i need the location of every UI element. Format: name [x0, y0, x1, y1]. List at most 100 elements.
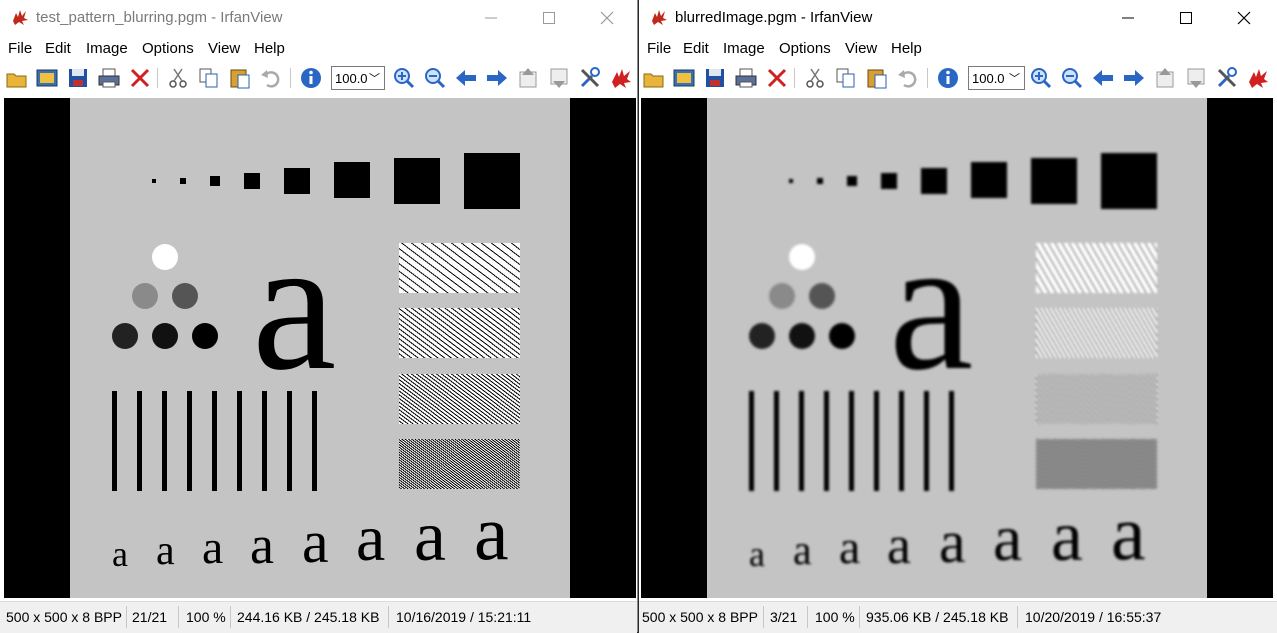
close-icon: [600, 11, 614, 25]
menu-options[interactable]: Options: [779, 40, 831, 57]
previous-icon[interactable]: [1091, 66, 1115, 90]
maximize-button[interactable]: [520, 0, 578, 35]
irfanview-window-left: test_pattern_blurring.pgm - IrfanView Fi…: [0, 0, 638, 633]
small-letter-a: a: [414, 496, 446, 576]
irfanview-window-right: blurredImage.pgm - IrfanView File Edit I…: [639, 0, 1277, 633]
settings-icon[interactable]: [578, 66, 602, 90]
small-letter-a: a: [887, 515, 911, 575]
zoom-value: 100.0: [335, 71, 368, 86]
chevron-down-icon: ﹀: [369, 73, 380, 85]
menu-file[interactable]: File: [647, 40, 671, 57]
minimize-button[interactable]: [1099, 0, 1157, 35]
irfanview-icon: [13, 10, 28, 25]
page-down-icon[interactable]: [547, 66, 571, 90]
page-up-icon[interactable]: [516, 66, 540, 90]
open-icon[interactable]: [642, 66, 666, 90]
page-up-icon[interactable]: [1153, 66, 1177, 90]
menu-edit[interactable]: Edit: [45, 40, 71, 57]
small-letter-a: a: [112, 534, 128, 574]
small-letter-a: a: [474, 489, 509, 576]
status-filesize: 244.16 KB / 245.18 KB: [237, 609, 380, 625]
menu-options[interactable]: Options: [142, 40, 194, 57]
small-letter-a: a: [839, 521, 861, 574]
delete-icon[interactable]: [128, 66, 152, 90]
zoom-select[interactable]: 100.0 ﹀: [331, 66, 385, 90]
cut-icon[interactable]: [166, 66, 190, 90]
small-letter-a: a: [302, 509, 329, 575]
page-down-icon[interactable]: [1184, 66, 1208, 90]
copy-icon[interactable]: [197, 66, 221, 90]
undo-icon[interactable]: [896, 66, 920, 90]
zoom-select[interactable]: 100.0 ﹀: [968, 66, 1025, 90]
save-icon[interactable]: [66, 66, 90, 90]
maximize-icon: [543, 12, 555, 24]
toolbar: 100.0 ﹀: [0, 62, 637, 94]
big-letter-a: a: [889, 200, 974, 410]
small-letter-a: a: [356, 502, 386, 575]
next-icon[interactable]: [1122, 66, 1146, 90]
status-dimensions: 500 x 500 x 8 BPP: [6, 609, 122, 625]
cut-icon[interactable]: [803, 66, 827, 90]
small-letter-a: a: [156, 528, 175, 574]
menu-view[interactable]: View: [845, 40, 877, 57]
menu-edit[interactable]: Edit: [683, 40, 709, 57]
menu-view[interactable]: View: [208, 40, 240, 57]
title-bar[interactable]: blurredImage.pgm - IrfanView: [639, 0, 1277, 35]
minimize-icon: [485, 17, 497, 19]
menu-help[interactable]: Help: [254, 40, 285, 57]
previous-icon[interactable]: [454, 66, 478, 90]
toolbar: 100.0 ﹀: [639, 62, 1277, 94]
save-icon[interactable]: [703, 66, 727, 90]
exit-icon[interactable]: [1246, 66, 1270, 90]
print-icon[interactable]: [734, 66, 758, 90]
blurred-image: a a a a a a a a a: [707, 98, 1207, 598]
menu-image[interactable]: Image: [723, 40, 765, 57]
small-letter-a: a: [250, 515, 274, 575]
maximize-button[interactable]: [1157, 0, 1215, 35]
zoom-in-icon[interactable]: [392, 66, 416, 90]
status-index: 3/21: [770, 609, 798, 625]
status-zoom: 100 %: [815, 609, 855, 625]
menu-help[interactable]: Help: [891, 40, 922, 57]
image-viewport[interactable]: a a a a a a a a a: [641, 98, 1273, 598]
small-letter-a: a: [793, 528, 812, 574]
close-icon: [1237, 11, 1251, 25]
close-button[interactable]: [578, 0, 636, 35]
thumbnails-icon[interactable]: [672, 66, 696, 90]
paste-icon[interactable]: [865, 66, 889, 90]
print-icon[interactable]: [97, 66, 121, 90]
status-index: 21/21: [132, 609, 168, 625]
menu-file[interactable]: File: [8, 40, 32, 57]
maximize-icon: [1180, 12, 1192, 24]
undo-icon[interactable]: [259, 66, 283, 90]
irfanview-icon: [652, 10, 667, 25]
zoom-out-icon[interactable]: [1060, 66, 1084, 90]
zoom-in-icon[interactable]: [1029, 66, 1053, 90]
next-icon[interactable]: [485, 66, 509, 90]
thumbnails-icon[interactable]: [35, 66, 59, 90]
exit-icon[interactable]: [609, 66, 633, 90]
title-bar[interactable]: test_pattern_blurring.pgm - IrfanView: [0, 0, 637, 35]
settings-icon[interactable]: [1215, 66, 1239, 90]
zoom-out-icon[interactable]: [423, 66, 447, 90]
image-viewport[interactable]: a a a a a a a a a: [4, 98, 636, 598]
status-filesize: 935.06 KB / 245.18 KB: [866, 609, 1009, 625]
open-icon[interactable]: [5, 66, 29, 90]
minimize-button[interactable]: [462, 0, 520, 35]
delete-icon[interactable]: [765, 66, 789, 90]
status-dimensions: 500 x 500 x 8 BPP: [642, 609, 758, 625]
menu-image[interactable]: Image: [86, 40, 128, 57]
small-letter-a: a: [202, 521, 224, 574]
status-bar: 500 x 500 x 8 BPP 3/21 100 % 935.06 KB /…: [639, 601, 1277, 633]
status-datetime: 10/20/2019 / 16:55:37: [1025, 609, 1162, 625]
zoom-value: 100.0: [972, 71, 1005, 86]
window-title: blurredImage.pgm - IrfanView: [675, 9, 873, 26]
close-button[interactable]: [1215, 0, 1273, 35]
copy-icon[interactable]: [834, 66, 858, 90]
window-title: test_pattern_blurring.pgm - IrfanView: [36, 9, 283, 26]
small-letter-a: a: [939, 509, 966, 575]
info-icon[interactable]: [936, 66, 960, 90]
info-icon[interactable]: [299, 66, 323, 90]
menu-bar: File Edit Image Options View Help: [639, 36, 1277, 60]
paste-icon[interactable]: [228, 66, 252, 90]
